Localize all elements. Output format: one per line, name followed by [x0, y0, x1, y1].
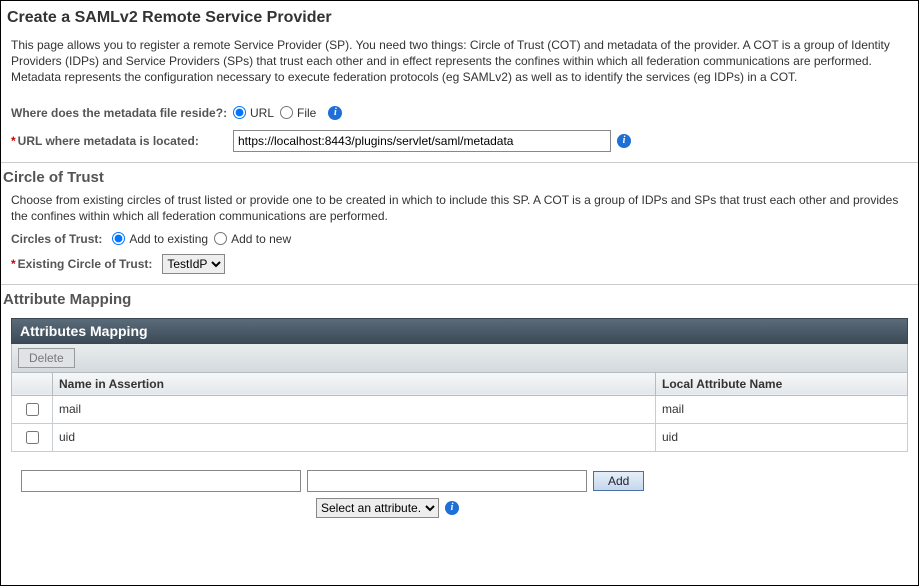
cot-label: Circles of Trust:: [11, 232, 102, 246]
metadata-where-label: Where does the metadata file reside?:: [11, 106, 233, 120]
add-name-input[interactable]: [21, 470, 301, 492]
info-icon[interactable]: i: [328, 106, 342, 120]
existing-cot-select[interactable]: TestIdP: [162, 254, 225, 274]
table-row: uid uid: [12, 423, 908, 451]
delete-button[interactable]: Delete: [18, 348, 75, 368]
cell-local: mail: [656, 395, 908, 423]
cell-local: uid: [656, 423, 908, 451]
radio-file[interactable]: File: [280, 106, 316, 120]
mapping-panel-title: Attributes Mapping: [11, 318, 908, 344]
select-attribute-dropdown[interactable]: Select an attribute.: [316, 498, 439, 518]
cell-name: uid: [53, 423, 656, 451]
cot-description: Choose from existing circles of trust li…: [11, 192, 918, 224]
radio-file-label: File: [297, 106, 316, 120]
metadata-url-input[interactable]: [233, 130, 611, 152]
radio-url-label: URL: [250, 106, 274, 120]
radio-add-new-input[interactable]: [214, 232, 227, 245]
radio-file-input[interactable]: [280, 106, 293, 119]
existing-cot-label: *Existing Circle of Trust:: [11, 257, 152, 271]
col-name-in-assertion: Name in Assertion: [53, 372, 656, 395]
table-row: mail mail: [12, 395, 908, 423]
radio-add-existing-label: Add to existing: [129, 232, 208, 246]
add-local-input[interactable]: [307, 470, 587, 492]
radio-url-input[interactable]: [233, 106, 246, 119]
col-local-attribute-name: Local Attribute Name: [656, 372, 908, 395]
section-circle-of-trust: Circle of Trust: [3, 169, 918, 186]
row-checkbox[interactable]: [26, 431, 39, 444]
intro-text: This page allows you to register a remot…: [11, 37, 918, 86]
radio-add-existing[interactable]: Add to existing: [112, 232, 208, 246]
radio-url[interactable]: URL: [233, 106, 274, 120]
mapping-table: Name in Assertion Local Attribute Name m…: [11, 372, 908, 452]
page-title: Create a SAMLv2 Remote Service Provider: [7, 9, 918, 27]
metadata-url-label: *URL where metadata is located:: [11, 134, 233, 148]
info-icon[interactable]: i: [617, 134, 631, 148]
section-attribute-mapping: Attribute Mapping: [3, 291, 918, 308]
row-checkbox[interactable]: [26, 403, 39, 416]
cell-name: mail: [53, 395, 656, 423]
radio-add-existing-input[interactable]: [112, 232, 125, 245]
radio-add-new-label: Add to new: [231, 232, 291, 246]
col-select: [12, 372, 53, 395]
add-button[interactable]: Add: [593, 471, 644, 491]
info-icon[interactable]: i: [445, 501, 459, 515]
radio-add-new[interactable]: Add to new: [214, 232, 291, 246]
